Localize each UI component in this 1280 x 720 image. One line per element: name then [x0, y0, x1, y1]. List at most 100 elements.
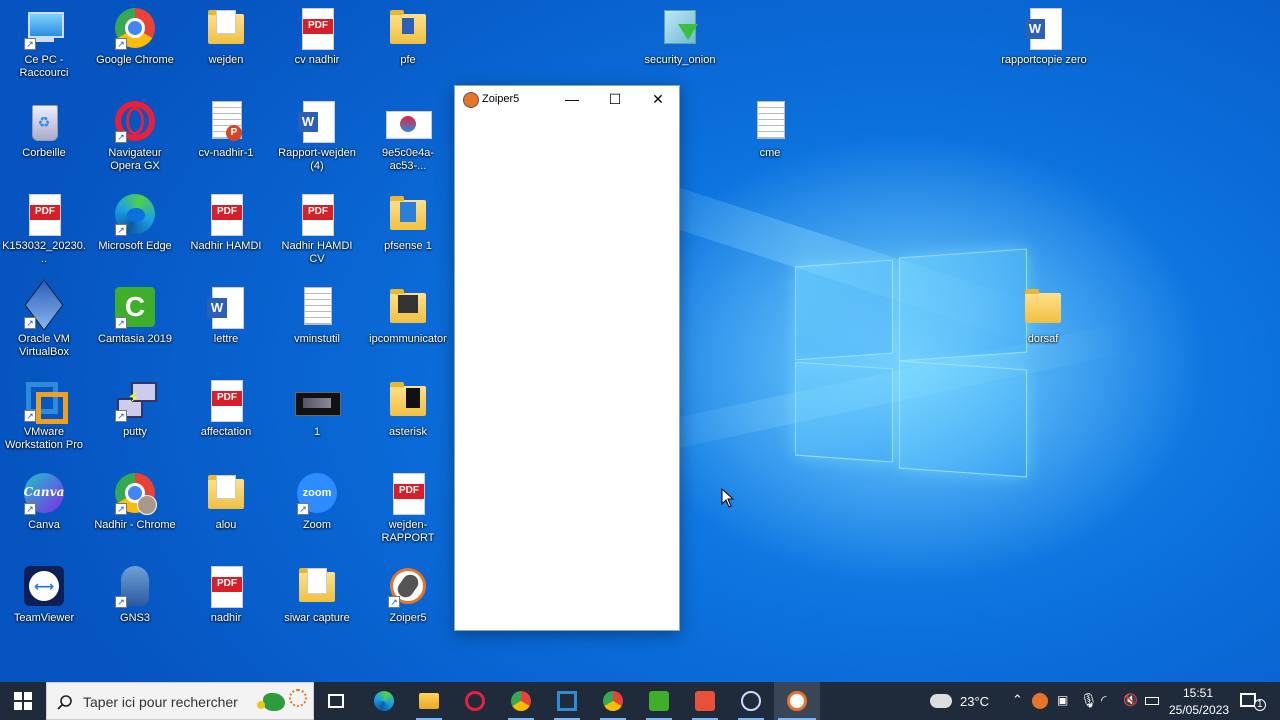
gns3-icon: ↗: [113, 566, 157, 610]
text-file-icon: [295, 287, 339, 331]
desktop-icon-cme[interactable]: cme: [726, 97, 814, 187]
taskbar-snipping-tool[interactable]: [730, 682, 772, 720]
desktop-background: ↗ Ce PC - Raccourci ♻ Corbeille PDF K153…: [0, 0, 1280, 682]
teamviewer-icon: ⟷: [22, 566, 66, 610]
clock[interactable]: 15:51 25/05/2023: [1166, 682, 1230, 720]
taskbar-opera[interactable]: [454, 682, 496, 720]
taskbar-zoiper[interactable]: [774, 682, 820, 720]
recycle-bin-icon: ♻: [22, 101, 66, 145]
desktop-icon-siwar-capture[interactable]: siwar capture: [273, 562, 361, 652]
taskbar: Taper ici pour rechercher 23°C ⌃ ▣ 🎙 ◜ 🔇…: [0, 682, 1280, 720]
folder-icon: [386, 287, 430, 331]
desktop-icon-dorsaf[interactable]: dorsaf: [999, 283, 1087, 373]
desktop-icon-affectation[interactable]: PDF affectation: [182, 376, 270, 466]
word-file-icon: W: [1022, 8, 1066, 52]
taskbar-chrome[interactable]: [500, 682, 542, 720]
taskbar-camtasia-recorder[interactable]: [684, 682, 726, 720]
desktop-icon-opera-gx[interactable]: ↗ Navigateur Opera GX: [91, 97, 179, 187]
video-file-icon: [295, 380, 341, 424]
tray-network[interactable]: ◜: [1098, 682, 1120, 720]
desktop-icon-lettre[interactable]: W lettre: [182, 283, 270, 373]
folder-icon: [204, 473, 248, 517]
desktop-icon-rapport-wejden[interactable]: W Rapport-wejden (4): [273, 97, 361, 187]
taskbar-camtasia[interactable]: [638, 682, 680, 720]
zoiper-app-icon: [463, 92, 479, 108]
desktop-icon-vminstutil[interactable]: vminstutil: [273, 283, 361, 373]
task-view-button[interactable]: [318, 682, 356, 720]
taskbar-vmware[interactable]: [546, 682, 588, 720]
putty-icon: ⚡ ↗: [113, 380, 157, 424]
desktop-icon-nadhir-chrome[interactable]: ↗ Nadhir - Chrome: [91, 469, 179, 559]
desktop-icon-camtasia[interactable]: C ↗ Camtasia 2019: [91, 283, 179, 373]
tray-volume[interactable]: 🔇: [1120, 682, 1142, 720]
desktop-icon-alou[interactable]: alou: [182, 469, 270, 559]
desktop-icon-zoom[interactable]: zoom ↗ Zoom: [273, 469, 361, 559]
desktop-icon-cv-nadhir[interactable]: PDF cv nadhir: [273, 4, 361, 94]
taskbar-search-box[interactable]: Taper ici pour rechercher: [46, 682, 314, 720]
close-button[interactable]: ✕: [637, 86, 679, 112]
desktop-icon-teamviewer[interactable]: ⟷ TeamViewer: [0, 562, 88, 652]
image-file-icon: [386, 101, 432, 145]
desktop-icon-9e5c0e4a[interactable]: 9e5c0e4a-ac53-...: [364, 97, 452, 187]
chrome-profile-icon: ↗: [113, 473, 157, 517]
camtasia-recorder-icon: [695, 691, 715, 711]
folder-icon: [204, 8, 248, 52]
word-file-icon: W: [204, 287, 248, 331]
tray-overflow-button[interactable]: ⌃: [1008, 682, 1028, 720]
folder-icon: [295, 566, 339, 610]
start-button[interactable]: [0, 682, 46, 720]
desktop-icon-nadhir-hamdi-cv[interactable]: PDF Nadhir HAMDI CV: [273, 190, 361, 280]
search-highlight-icon: [257, 687, 307, 715]
desktop-icon-canva[interactable]: Canva ↗ Canva: [0, 469, 88, 559]
pdf-file-icon: PDF: [386, 473, 430, 517]
desktop-icon-nadhir-hamdi[interactable]: PDF Nadhir HAMDI: [182, 190, 270, 280]
clock-date: 25/05/2023: [1169, 703, 1230, 717]
tray-camera[interactable]: ▣: [1053, 682, 1075, 720]
window-titlebar[interactable]: Zoiper5 — ☐ ✕: [455, 86, 679, 112]
desktop-icon-wejden[interactable]: wejden: [182, 4, 270, 94]
desktop-icon-k153032[interactable]: PDF K153032_20230...: [0, 190, 88, 280]
folder-icon: [386, 8, 430, 52]
word-file-icon: W: [295, 101, 339, 145]
desktop-icon-virtualbox[interactable]: ↗ Oracle VM VirtualBox: [0, 279, 88, 373]
battery-icon: [1145, 697, 1159, 705]
desktop-icon-rapportcopie-zero[interactable]: W rapportcopie zero: [1000, 4, 1088, 94]
desktop-icon-corbeille[interactable]: ♻ Corbeille: [0, 97, 88, 187]
notification-center-button[interactable]: 1: [1236, 682, 1276, 720]
tray-zoiper[interactable]: [1030, 682, 1052, 720]
desktop-icon-asterisk[interactable]: asterisk: [364, 376, 452, 466]
zoiper-window[interactable]: Zoiper5 — ☐ ✕: [454, 85, 680, 631]
taskbar-edge[interactable]: [364, 682, 404, 720]
virtualbox-icon: ↗: [22, 279, 66, 331]
window-title: Zoiper5: [482, 93, 520, 105]
desktop-icon-nadhir-pdf[interactable]: PDF nadhir: [182, 562, 270, 652]
folder-icon: [386, 194, 430, 238]
desktop-icon-cv-nadhir-1[interactable]: P cv-nadhir-1: [182, 97, 270, 187]
notification-badge: 1: [1254, 699, 1266, 711]
desktop-icon-pfe[interactable]: pfe: [364, 4, 452, 94]
pdf-file-icon: PDF: [204, 566, 248, 610]
taskbar-file-explorer[interactable]: [408, 682, 450, 720]
desktop-icon-1[interactable]: 1: [273, 376, 361, 466]
desktop-icon-putty[interactable]: ⚡ ↗ putty: [91, 376, 179, 466]
desktop-icon-zoiper5[interactable]: ↗ Zoiper5: [364, 562, 452, 652]
maximize-button[interactable]: ☐: [594, 86, 636, 112]
chrome-icon: [511, 691, 531, 711]
desktop-icon-ipcommunicator[interactable]: ipcommunicator: [364, 283, 452, 373]
desktop-icon-gns3[interactable]: ↗ GNS3: [91, 562, 179, 652]
tray-microphone[interactable]: 🎙: [1075, 682, 1098, 720]
wifi-icon: ◜: [1101, 692, 1107, 708]
desktop-icon-wejden-rapport[interactable]: PDF wejden-RAPPORT: [364, 469, 452, 559]
desktop-icon-vmware[interactable]: ↗ VMware Workstation Pro: [0, 376, 88, 466]
desktop-icon-pfsense-1[interactable]: pfsense 1: [364, 190, 452, 280]
camtasia-icon: C ↗: [113, 287, 157, 331]
desktop-icon-ce-pc[interactable]: ↗ Ce PC - Raccourci: [0, 4, 88, 94]
tray-battery[interactable]: [1142, 682, 1164, 720]
folder-icon: [419, 693, 439, 709]
weather-widget[interactable]: 23°C: [926, 682, 996, 720]
desktop-icon-security-onion[interactable]: security_onion: [636, 4, 724, 94]
desktop-icon-edge[interactable]: ↗ Microsoft Edge: [91, 190, 179, 280]
taskbar-chrome-profile[interactable]: [592, 682, 634, 720]
minimize-button[interactable]: —: [551, 86, 593, 112]
desktop-icon-google-chrome[interactable]: ↗ Google Chrome: [91, 4, 179, 94]
